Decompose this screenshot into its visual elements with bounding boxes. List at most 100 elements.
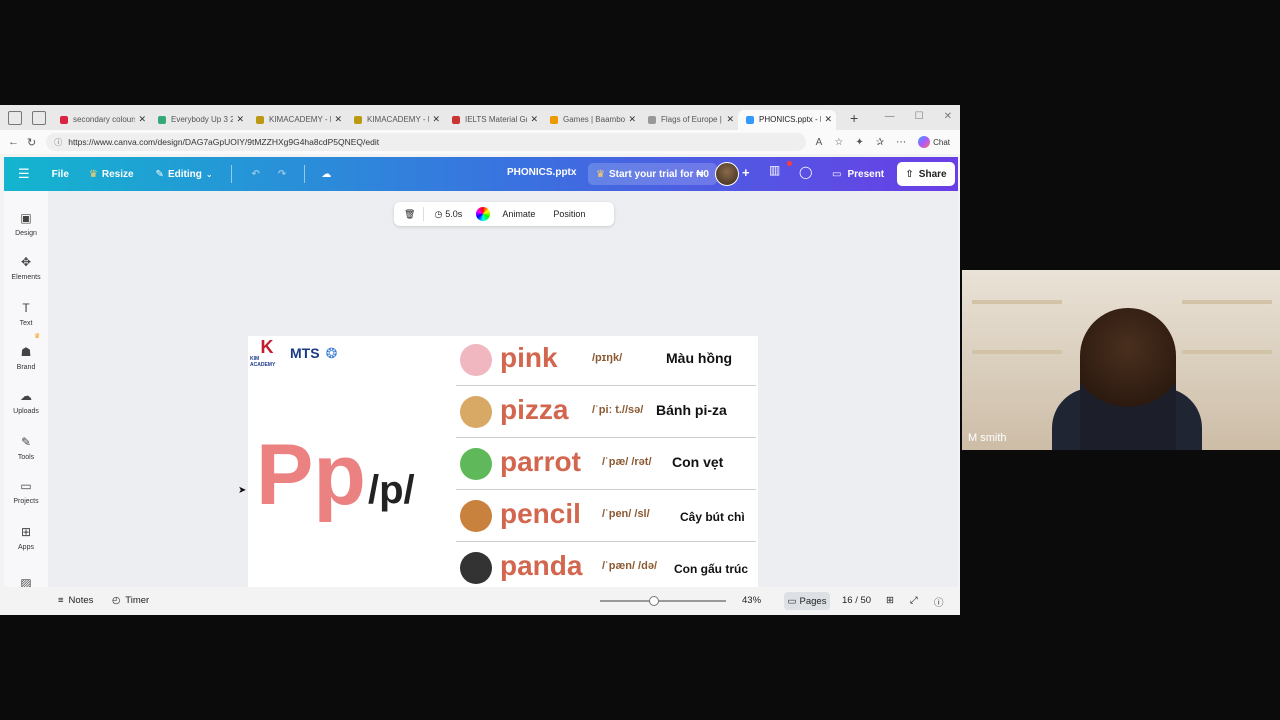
color-picker-icon[interactable] xyxy=(476,207,491,221)
sidebar-item-text[interactable]: T Text xyxy=(4,301,48,327)
animate-button[interactable]: Animate xyxy=(502,209,535,219)
zoom-slider-handle[interactable] xyxy=(649,596,660,606)
page-counter: 16 / 50 xyxy=(842,595,872,606)
close-tab-icon[interactable]: ✕ xyxy=(824,114,832,125)
read-aloud-icon[interactable]: A xyxy=(816,137,823,148)
sidebar-item-label: Elements xyxy=(11,274,41,281)
pencil-icon: ✎ xyxy=(155,168,164,180)
close-window-icon[interactable]: ✕ xyxy=(944,111,952,122)
close-tab-icon[interactable]: ✕ xyxy=(432,114,440,125)
undo-icon[interactable]: ↶ xyxy=(252,169,260,180)
close-tab-icon[interactable]: ✕ xyxy=(236,114,244,125)
word-illustration xyxy=(460,448,492,480)
browser-tab[interactable]: secondary colours ✕ xyxy=(52,110,150,130)
editor-workspace: ▣ Design ✥ Elements T Text ☗ Brand ☁ Uploads ✎ Tool… xyxy=(4,191,958,615)
maximize-icon[interactable]: ☐ xyxy=(915,111,924,122)
sidebar-item-projects[interactable]: ▭ Projects xyxy=(4,479,48,505)
document-title[interactable]: PHONICS.pptx xyxy=(507,167,576,178)
browser-tab[interactable]: PHONICS.pptx - P...✕ xyxy=(738,109,836,130)
position-button[interactable]: Position xyxy=(553,209,585,219)
cloud-save-icon[interactable]: ☁ xyxy=(321,169,331,180)
insights-icon[interactable]: ▥ xyxy=(769,163,785,183)
word-ipa: /ˈpiː t.//sə/ xyxy=(592,404,644,416)
pages-button[interactable]: ▭ Pages xyxy=(784,592,830,610)
logo-left-text: KIM ACADEMY xyxy=(250,356,276,368)
minimize-icon[interactable]: — xyxy=(885,111,895,122)
redo-icon[interactable]: ↷ xyxy=(278,169,286,180)
new-tab-icon[interactable]: + xyxy=(850,110,858,126)
timer-button[interactable]: ◴ Timer xyxy=(112,595,149,606)
sidebar-item-apps[interactable]: ⊞ Apps xyxy=(4,525,48,551)
favorite-star-icon[interactable]: ☆ xyxy=(834,137,843,148)
copilot-icon xyxy=(918,136,931,148)
more-menu-icon[interactable]: ⋯ xyxy=(896,137,906,148)
kim-academy-logo: K KIM ACADEMY xyxy=(250,338,284,368)
sidebar-item-tools[interactable]: ✎ Tools xyxy=(4,435,48,461)
word-row[interactable]: parrot/ˈpæ/ /rət/Con vẹt xyxy=(456,440,756,490)
site-info-icon[interactable]: ⓘ xyxy=(54,137,62,148)
word-ipa: /ˈpen/ /sl/ xyxy=(602,508,650,520)
browser-tab[interactable]: Flags of Europe | F...✕ xyxy=(640,110,738,130)
close-tab-icon[interactable]: ✕ xyxy=(530,114,538,125)
close-tab-icon[interactable]: ✕ xyxy=(726,114,734,125)
word-text: pencil xyxy=(500,498,581,529)
browser-tab[interactable]: KIMACADEMY - Mi...✕ xyxy=(346,110,444,130)
word-text: panda xyxy=(500,550,583,581)
trial-button[interactable]: ♛ Start your trial for ₦0 xyxy=(588,163,717,185)
close-tab-icon[interactable]: ✕ xyxy=(628,114,636,125)
browser-tab[interactable]: IELTS Material Gre...✕ xyxy=(444,110,542,130)
grid-view-icon[interactable]: ⊞ xyxy=(886,595,894,606)
clock-icon: ◷ xyxy=(434,208,443,219)
close-tab-icon[interactable]: ✕ xyxy=(334,114,342,125)
notes-icon: ≡ xyxy=(58,595,64,606)
browser-tab[interactable]: Games | Baamboo...✕ xyxy=(542,110,640,130)
help-icon[interactable]: ⓘ xyxy=(934,595,944,609)
add-collaborator-icon[interactable]: + xyxy=(742,165,750,180)
tab-favicon-icon xyxy=(648,115,656,124)
extensions-icon[interactable]: ✦ xyxy=(855,137,863,148)
file-menu[interactable]: File xyxy=(52,169,69,180)
browser-tab[interactable]: Everybody Up 3 2...✕ xyxy=(150,110,248,130)
word-row[interactable]: pink/pɪŋk/Màu hồng xyxy=(456,336,756,386)
url-field[interactable]: ⓘ https://www.canva.com/design/DAG7aGpUO… xyxy=(46,133,806,151)
present-button[interactable]: ▭ Present xyxy=(826,163,890,185)
slide-canvas[interactable]: K KIM ACADEMY MTS ❂ Pp /p/ pink/pɪŋk/Màu… xyxy=(248,336,758,615)
favorites-icon[interactable]: ✰ xyxy=(876,137,884,148)
editing-mode-button[interactable]: ✎ Editing ⌄ xyxy=(156,169,213,180)
tab-actions-icon[interactable] xyxy=(32,110,46,125)
browser-tab[interactable]: KIMACADEMY - Mi...✕ xyxy=(248,110,346,130)
canva-top-bar: ☰ File ♛ Resize ✎ Editing ⌄ ↶ ↷ ☁ PHONIC… xyxy=(4,157,958,191)
resize-button[interactable]: ♛ Resize xyxy=(89,169,134,180)
workspaces-icon[interactable] xyxy=(8,110,22,125)
sidebar-item-uploads[interactable]: ☁ Uploads xyxy=(4,389,48,415)
word-row[interactable]: pizza/ˈpiː t.//sə/Bánh pi-za xyxy=(456,388,756,438)
close-tab-icon[interactable]: ✕ xyxy=(138,114,146,125)
sidebar-item-design[interactable]: ▣ Design xyxy=(4,211,48,237)
sidebar-item-elements[interactable]: ✥ Elements xyxy=(4,255,48,281)
projects-icon: ▭ xyxy=(20,479,32,493)
slide-phoneme[interactable]: /p/ xyxy=(368,468,415,513)
refresh-icon[interactable]: ↻ xyxy=(27,136,36,149)
word-translation: Màu hồng xyxy=(666,350,733,366)
notes-button[interactable]: ≡ Notes xyxy=(58,595,93,606)
word-row[interactable]: pencil/ˈpen/ /sl/Cây bút chì xyxy=(456,492,756,542)
avatar[interactable] xyxy=(715,162,739,186)
trash-icon[interactable]: 🗑 xyxy=(404,209,415,220)
fullscreen-icon[interactable]: ⤢ xyxy=(910,595,918,606)
share-button[interactable]: ⇧ Share xyxy=(897,162,955,186)
copilot-chat-button[interactable]: Chat xyxy=(918,136,950,148)
sidebar-item-brand[interactable]: ☗ Brand xyxy=(4,345,48,371)
word-translation: Bánh pi-za xyxy=(656,402,727,418)
word-ipa: /ˈpæn/ /də/ xyxy=(602,560,657,572)
notification-dot xyxy=(787,161,792,166)
comment-icon[interactable]: ◯ xyxy=(799,165,812,179)
duration-button[interactable]: ◷ 5.0s xyxy=(434,209,462,220)
back-icon[interactable]: ← xyxy=(8,136,19,148)
tab-favicon-icon xyxy=(550,115,558,124)
word-illustration xyxy=(460,500,492,532)
slide-letter[interactable]: Pp xyxy=(256,426,366,525)
zoom-level[interactable]: 43% xyxy=(742,595,761,606)
zoom-slider[interactable] xyxy=(600,596,726,606)
tab-title: secondary colours xyxy=(73,115,136,124)
menu-icon[interactable]: ☰ xyxy=(18,166,30,182)
